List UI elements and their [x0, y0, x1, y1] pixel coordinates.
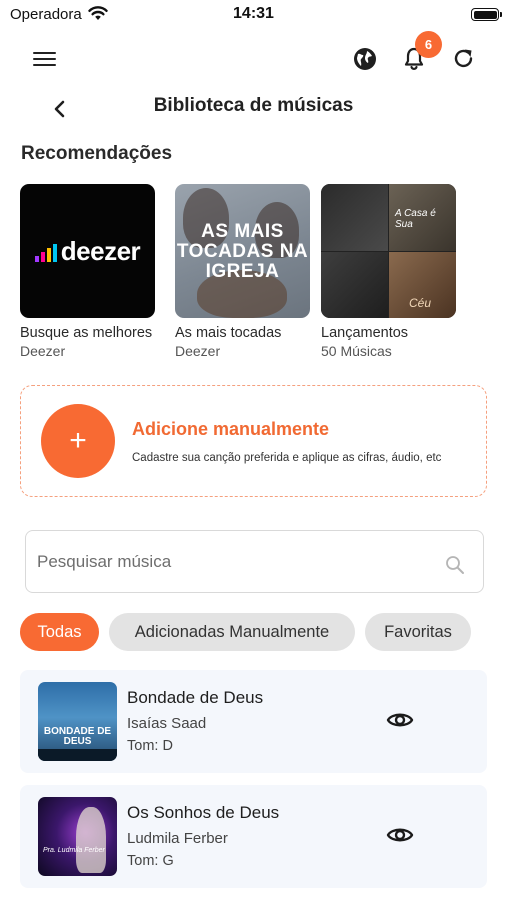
cover-tile: Céu [389, 251, 456, 318]
song-title: Os Sonhos de Deus [127, 803, 280, 822]
search-input[interactable] [37, 531, 437, 592]
recommendation-card-mais-tocadas[interactable]: AS MAIS TOCADAS NA IGREJA As mais tocada… [175, 184, 310, 359]
recommendation-label: Busque as melhores [20, 325, 153, 341]
cover-tile [321, 184, 388, 251]
song-cover-text: Pra. Ludmila Ferber [43, 847, 105, 854]
add-manually-description: Cadastre sua canção preferida e aplique … [132, 452, 442, 464]
search-box[interactable] [25, 530, 484, 593]
cover-tile-text: A Casa é Sua [395, 208, 436, 230]
eye-icon[interactable] [386, 823, 414, 847]
recommendation-subtitle: Deezer [175, 343, 221, 359]
cover-tile: A Casa é Sua [389, 184, 456, 251]
recommendation-card-lancamentos[interactable]: A Casa é Sua Céu Lançamentos 50 Músicas [321, 184, 456, 359]
song-title: Bondade de Deus [127, 688, 264, 707]
add-manually-title: Adicione manualmente [132, 419, 330, 439]
page-title: Biblioteca de músicas [153, 95, 354, 116]
recommendation-subtitle: Deezer [20, 343, 66, 359]
notification-badge: 6 [415, 31, 442, 58]
cover-tile-text: Céu [409, 296, 432, 310]
recommendation-label: Lançamentos [321, 325, 409, 341]
mais-tocadas-cover-text: AS MAIS TOCADAS NA IGREJA [176, 221, 309, 282]
song-artist: Isaías Saad [127, 715, 207, 732]
menu-icon[interactable] [33, 48, 57, 70]
song-key: Tom: G [127, 853, 174, 869]
song-cover: BONDADE DE DEUS [38, 682, 117, 761]
battery-tip [500, 12, 502, 17]
song-list-item[interactable]: Pra. Ludmila Ferber Os Sonhos de Deus Lu… [20, 785, 487, 888]
clock: 14:31 [233, 5, 274, 22]
filter-chip-todas[interactable]: Todas [20, 613, 99, 651]
song-cover-text: BONDADE DE DEUS [43, 726, 112, 747]
recommendation-card-deezer[interactable]: deezer Busque as melhores Deezer [20, 184, 155, 359]
song-artist: Ludmila Ferber [127, 830, 228, 847]
plus-icon[interactable]: + [41, 404, 115, 478]
eye-icon[interactable] [386, 708, 414, 732]
song-cover: Pra. Ludmila Ferber [38, 797, 117, 876]
add-manually-card[interactable]: + Adicione manualmente Cadastre sua canç… [20, 385, 487, 497]
deezer-cover: deezer [20, 184, 155, 318]
mais-tocadas-cover: AS MAIS TOCADAS NA IGREJA [175, 184, 310, 318]
battery-icon [471, 8, 499, 21]
recommendation-label: As mais tocadas [175, 325, 282, 341]
recommendations-title: Recomendações [21, 143, 173, 164]
deezer-logo-icon [34, 240, 57, 262]
cover-tile [321, 251, 388, 318]
search-icon[interactable] [445, 555, 465, 575]
status-bar: Operadora 14:31 [0, 0, 507, 30]
filter-chip-adicionadas[interactable]: Adicionadas Manualmente [109, 613, 355, 651]
globe-icon[interactable] [352, 46, 378, 72]
refresh-icon[interactable] [451, 46, 476, 71]
song-key: Tom: D [127, 738, 173, 754]
recommendation-subtitle: 50 Músicas [321, 343, 392, 359]
filter-chip-favoritas[interactable]: Favoritas [365, 613, 471, 651]
lancamentos-cover: A Casa é Sua Céu [321, 184, 456, 318]
song-list-item[interactable]: BONDADE DE DEUS Bondade de Deus Isaías S… [20, 670, 487, 773]
deezer-logo-text: deezer [60, 235, 141, 266]
